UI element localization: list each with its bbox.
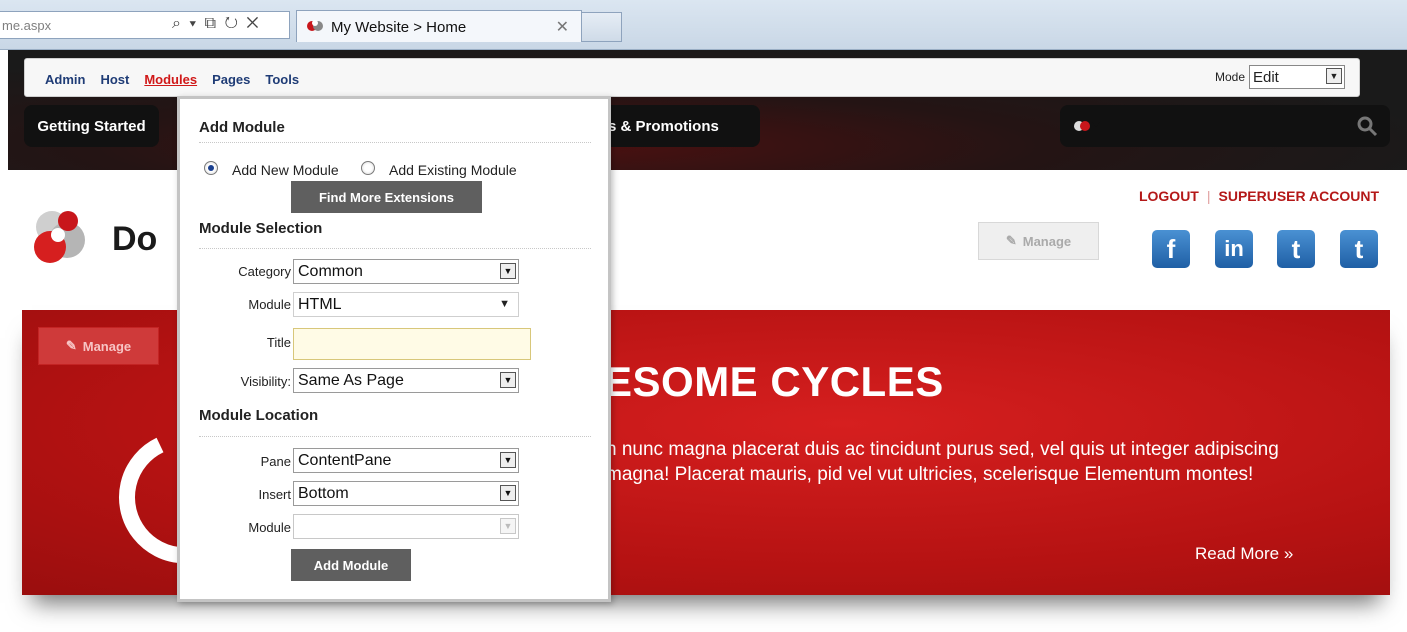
account-links: LOGOUT | SUPERUSER ACCOUNT: [1139, 188, 1379, 204]
manage-button-banner[interactable]: ✎ Manage: [38, 327, 159, 365]
nav-item-news-promotions[interactable]: ews & Promotions: [588, 105, 760, 147]
divider: [199, 142, 591, 143]
chevron-down-icon: ▼: [500, 263, 516, 279]
divider: [199, 436, 591, 437]
mode-control: Mode Edit ▼: [1215, 65, 1345, 89]
manage-label: Manage: [1022, 233, 1072, 249]
twitter-icon-2[interactable]: t: [1340, 230, 1378, 268]
banner-text: n nunc magna placerat duis ac tincidunt …: [606, 439, 1279, 485]
module-label: Module: [248, 297, 291, 312]
chevron-down-icon: ▼: [500, 452, 516, 468]
address-text: me.aspx: [2, 18, 52, 33]
divider: [199, 248, 591, 249]
mode-value: Edit: [1253, 68, 1279, 86]
module-selection-header: Module Selection: [199, 220, 323, 237]
read-more-link[interactable]: Read More »: [1195, 544, 1293, 564]
control-bar: Admin Host Modules Pages Tools Mode Edit…: [24, 58, 1360, 97]
module-location-module-label: Module: [248, 520, 291, 535]
visibility-label: Visibility:: [240, 374, 291, 389]
pencil-icon: ✎: [1005, 233, 1017, 248]
new-tab-button[interactable]: [582, 12, 622, 42]
chevron-down-icon: ▼: [499, 298, 510, 310]
control-bar-menu: Admin Host Modules Pages Tools: [45, 72, 299, 87]
pane-value: ContentPane: [298, 451, 392, 469]
add-existing-module-label: Add Existing Module: [389, 162, 517, 178]
search-box[interactable]: [1060, 105, 1390, 147]
menu-modules[interactable]: Modules: [144, 72, 197, 87]
category-label: Category: [238, 264, 291, 279]
tab-title: My Website > Home: [331, 19, 467, 36]
linkedin-icon[interactable]: in: [1215, 230, 1253, 268]
chevron-down-icon: ▼: [500, 485, 516, 501]
find-more-extensions-button[interactable]: Find More Extensions: [291, 181, 482, 213]
module-location-select[interactable]: ▼: [293, 514, 519, 539]
insert-value: Bottom: [298, 484, 349, 502]
logo-text: Do: [112, 220, 158, 258]
pane-label: Pane: [260, 454, 291, 469]
logout-link[interactable]: LOGOUT: [1139, 188, 1199, 204]
add-existing-module-radio[interactable]: [361, 161, 375, 175]
address-bar-icons[interactable]: ⌕ ▾ ⧉ ↻ ✕: [172, 15, 261, 33]
dnn-favicon-icon: [307, 20, 323, 31]
menu-pages[interactable]: Pages: [212, 72, 250, 87]
address-bar[interactable]: me.aspx ⌕ ▾ ⧉ ↻ ✕: [0, 11, 290, 39]
add-module-popup: Add Module Add New Module Add Existing M…: [177, 96, 611, 602]
module-location-header: Module Location: [199, 407, 319, 424]
superuser-account-link[interactable]: SUPERUSER ACCOUNT: [1219, 188, 1380, 204]
pencil-icon: ✎: [65, 338, 77, 353]
menu-host[interactable]: Host: [100, 72, 129, 87]
browser-tab[interactable]: My Website > Home ✕: [296, 10, 582, 42]
add-new-module-radio[interactable]: [204, 161, 218, 175]
chevron-down-icon: ▼: [500, 518, 516, 534]
dnn-search-logo-icon[interactable]: [1070, 115, 1102, 137]
menu-admin[interactable]: Admin: [45, 72, 85, 87]
insert-label: Insert: [258, 487, 291, 502]
manage-button-header[interactable]: ✎ Manage: [978, 222, 1099, 260]
pane-select[interactable]: ContentPane ▼: [293, 448, 519, 473]
manage-label: Manage: [82, 338, 132, 354]
dnn-logo-icon: [34, 211, 85, 263]
banner-title: ESOME CYCLES: [604, 358, 944, 405]
add-module-button[interactable]: Add Module: [291, 549, 411, 581]
category-value: Common: [298, 262, 363, 280]
chevron-down-icon: ▼: [1326, 68, 1342, 84]
module-value: HTML: [298, 295, 342, 313]
title-input[interactable]: [293, 328, 531, 360]
add-new-module-label: Add New Module: [232, 162, 339, 178]
chevron-down-icon: ▼: [500, 372, 516, 388]
nav-item-getting-started[interactable]: Getting Started: [24, 105, 159, 147]
account-separator: |: [1206, 188, 1211, 204]
tab-close-icon[interactable]: ✕: [556, 17, 569, 37]
module-select[interactable]: HTML ▼: [293, 292, 519, 317]
menu-tools[interactable]: Tools: [265, 72, 299, 87]
add-module-header: Add Module: [199, 119, 285, 136]
search-icon[interactable]: [1356, 115, 1378, 137]
browser-chrome: me.aspx ⌕ ▾ ⧉ ↻ ✕ My Website > Home ✕: [0, 0, 1407, 50]
facebook-icon[interactable]: f: [1152, 230, 1190, 268]
visibility-value: Same As Page: [298, 371, 404, 389]
visibility-select[interactable]: Same As Page ▼: [293, 368, 519, 393]
twitter-icon[interactable]: t: [1277, 230, 1315, 268]
title-label: Title: [266, 335, 291, 350]
insert-select[interactable]: Bottom ▼: [293, 481, 519, 506]
category-select[interactable]: Common ▼: [293, 259, 519, 284]
mode-label: Mode: [1214, 70, 1245, 84]
mode-select[interactable]: Edit ▼: [1249, 65, 1345, 89]
